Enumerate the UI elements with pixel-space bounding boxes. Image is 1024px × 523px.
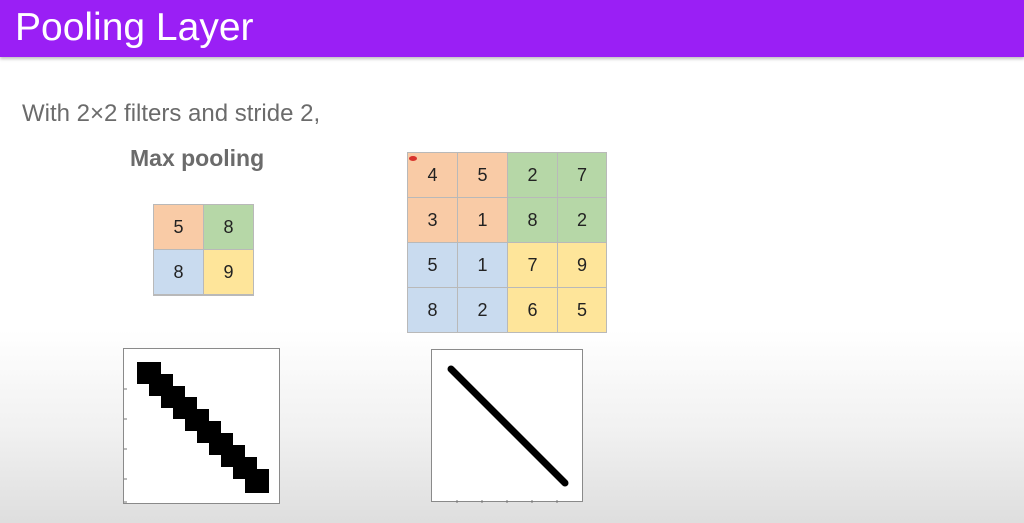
- input-cell: 9: [558, 243, 607, 288]
- input-cell: 2: [508, 153, 558, 198]
- input-cell: 5: [408, 243, 458, 288]
- pooled-output-grid: 5 8 8 9: [153, 204, 254, 296]
- input-cell: 7: [508, 243, 558, 288]
- output-cell: 8: [154, 250, 204, 295]
- input-cell: 6: [508, 288, 558, 333]
- diagonal-line-icon: [447, 365, 569, 503]
- original-line-image: [431, 349, 583, 503]
- pointer-cursor-dot: [409, 156, 417, 161]
- slide-title: Pooling Layer: [15, 6, 254, 49]
- input-cell: 2: [558, 198, 607, 243]
- input-cell: 7: [558, 153, 607, 198]
- output-cell: 5: [154, 205, 204, 250]
- output-cell: 9: [204, 250, 254, 295]
- input-feature-map-grid: 4 5 2 7 3 1 8 2 5 1 7 9 8 2 6 5: [407, 152, 607, 333]
- input-cell: 1: [458, 198, 508, 243]
- input-cell: 2: [458, 288, 508, 333]
- input-cell: 5: [458, 153, 508, 198]
- title-bar: Pooling Layer: [0, 0, 1024, 57]
- pooled-line-image: [123, 348, 280, 504]
- slide-subtitle: With 2×2 filters and stride 2,: [22, 100, 321, 127]
- max-pooling-label: Max pooling: [130, 145, 265, 171]
- pixelated-diagonal-icon: [124, 362, 269, 503]
- input-cell: 8: [408, 288, 458, 333]
- output-cell: 8: [204, 205, 254, 250]
- input-cell: 3: [408, 198, 458, 243]
- input-cell: 1: [458, 243, 508, 288]
- input-cell: 8: [508, 198, 558, 243]
- input-cell: 5: [558, 288, 607, 333]
